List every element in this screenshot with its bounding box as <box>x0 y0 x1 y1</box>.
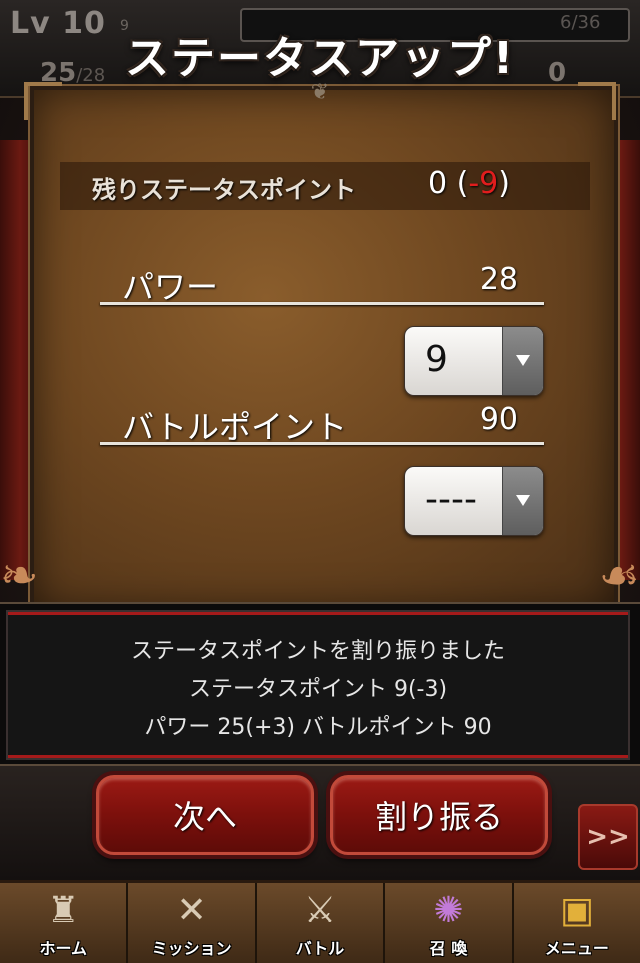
message-line: ステータスポイント 9(-3) <box>188 677 448 702</box>
chevron-down-icon <box>502 467 543 535</box>
tab-label: メニュー <box>544 939 609 958</box>
assign-button[interactable]: 割り振る <box>330 775 548 855</box>
skip-button[interactable]: >> <box>578 804 638 870</box>
corner-ornament-icon <box>578 82 616 120</box>
tab-label: 召 喚 <box>429 939 468 958</box>
tab-summon[interactable]: ✺ 召 喚 <box>385 883 514 963</box>
remaining-points-label: 残りステータスポイント <box>92 176 356 204</box>
power-select-value: 9 <box>425 339 448 380</box>
message-line: パワー 25(+3) バトルポイント 90 <box>144 715 492 740</box>
stat-value-battle-points: 90 <box>479 402 518 437</box>
chevron-down-icon <box>502 327 543 395</box>
corner-ornament-icon <box>24 82 62 120</box>
battle-points-select[interactable]: ---- <box>404 466 544 536</box>
battle-points-select-value: ---- <box>425 479 477 520</box>
tab-label: バトル <box>295 939 345 958</box>
axe-icon: ⚔ <box>303 890 337 931</box>
tab-home[interactable]: ♜ ホーム <box>0 883 129 963</box>
tab-battle[interactable]: ⚔ バトル <box>256 883 386 963</box>
message-box: ステータスポイントを割り振りました ステータスポイント 9(-3) パワー 25… <box>0 602 640 766</box>
map-icon: ✕ <box>176 890 207 931</box>
remaining-points-value: 0 (-9) <box>428 166 510 201</box>
flourish-icon: ☙ <box>598 548 640 602</box>
message-line: ステータスポイントを割り振りました <box>130 639 505 664</box>
message-inner: ステータスポイントを割り振りました ステータスポイント 9(-3) パワー 25… <box>6 610 630 760</box>
divider <box>100 442 544 445</box>
book-icon: ▣ <box>559 890 594 931</box>
portal-icon: ✺ <box>433 890 464 931</box>
dialog-title: ステータスアップ! <box>124 33 516 84</box>
tab-label: ホーム <box>39 939 87 958</box>
tab-menu[interactable]: ▣ メニュー <box>513 883 640 963</box>
divider <box>100 302 544 305</box>
tab-label: ミッション <box>151 939 232 958</box>
stat-value-power: 28 <box>479 262 518 297</box>
tab-mission[interactable]: ✕ ミッション <box>128 883 257 963</box>
castle-icon: ♜ <box>47 890 80 931</box>
power-select[interactable]: 9 <box>404 326 544 396</box>
bottom-tab-bar: ♜ ホーム ✕ ミッション ⚔ バトル ✺ 召 喚 ▣ メニュー <box>0 880 640 963</box>
remaining-points-row: 残りステータスポイント 0 (-9) <box>60 162 590 210</box>
next-button[interactable]: 次へ <box>96 775 314 855</box>
flourish-icon: ❧ <box>0 548 39 602</box>
